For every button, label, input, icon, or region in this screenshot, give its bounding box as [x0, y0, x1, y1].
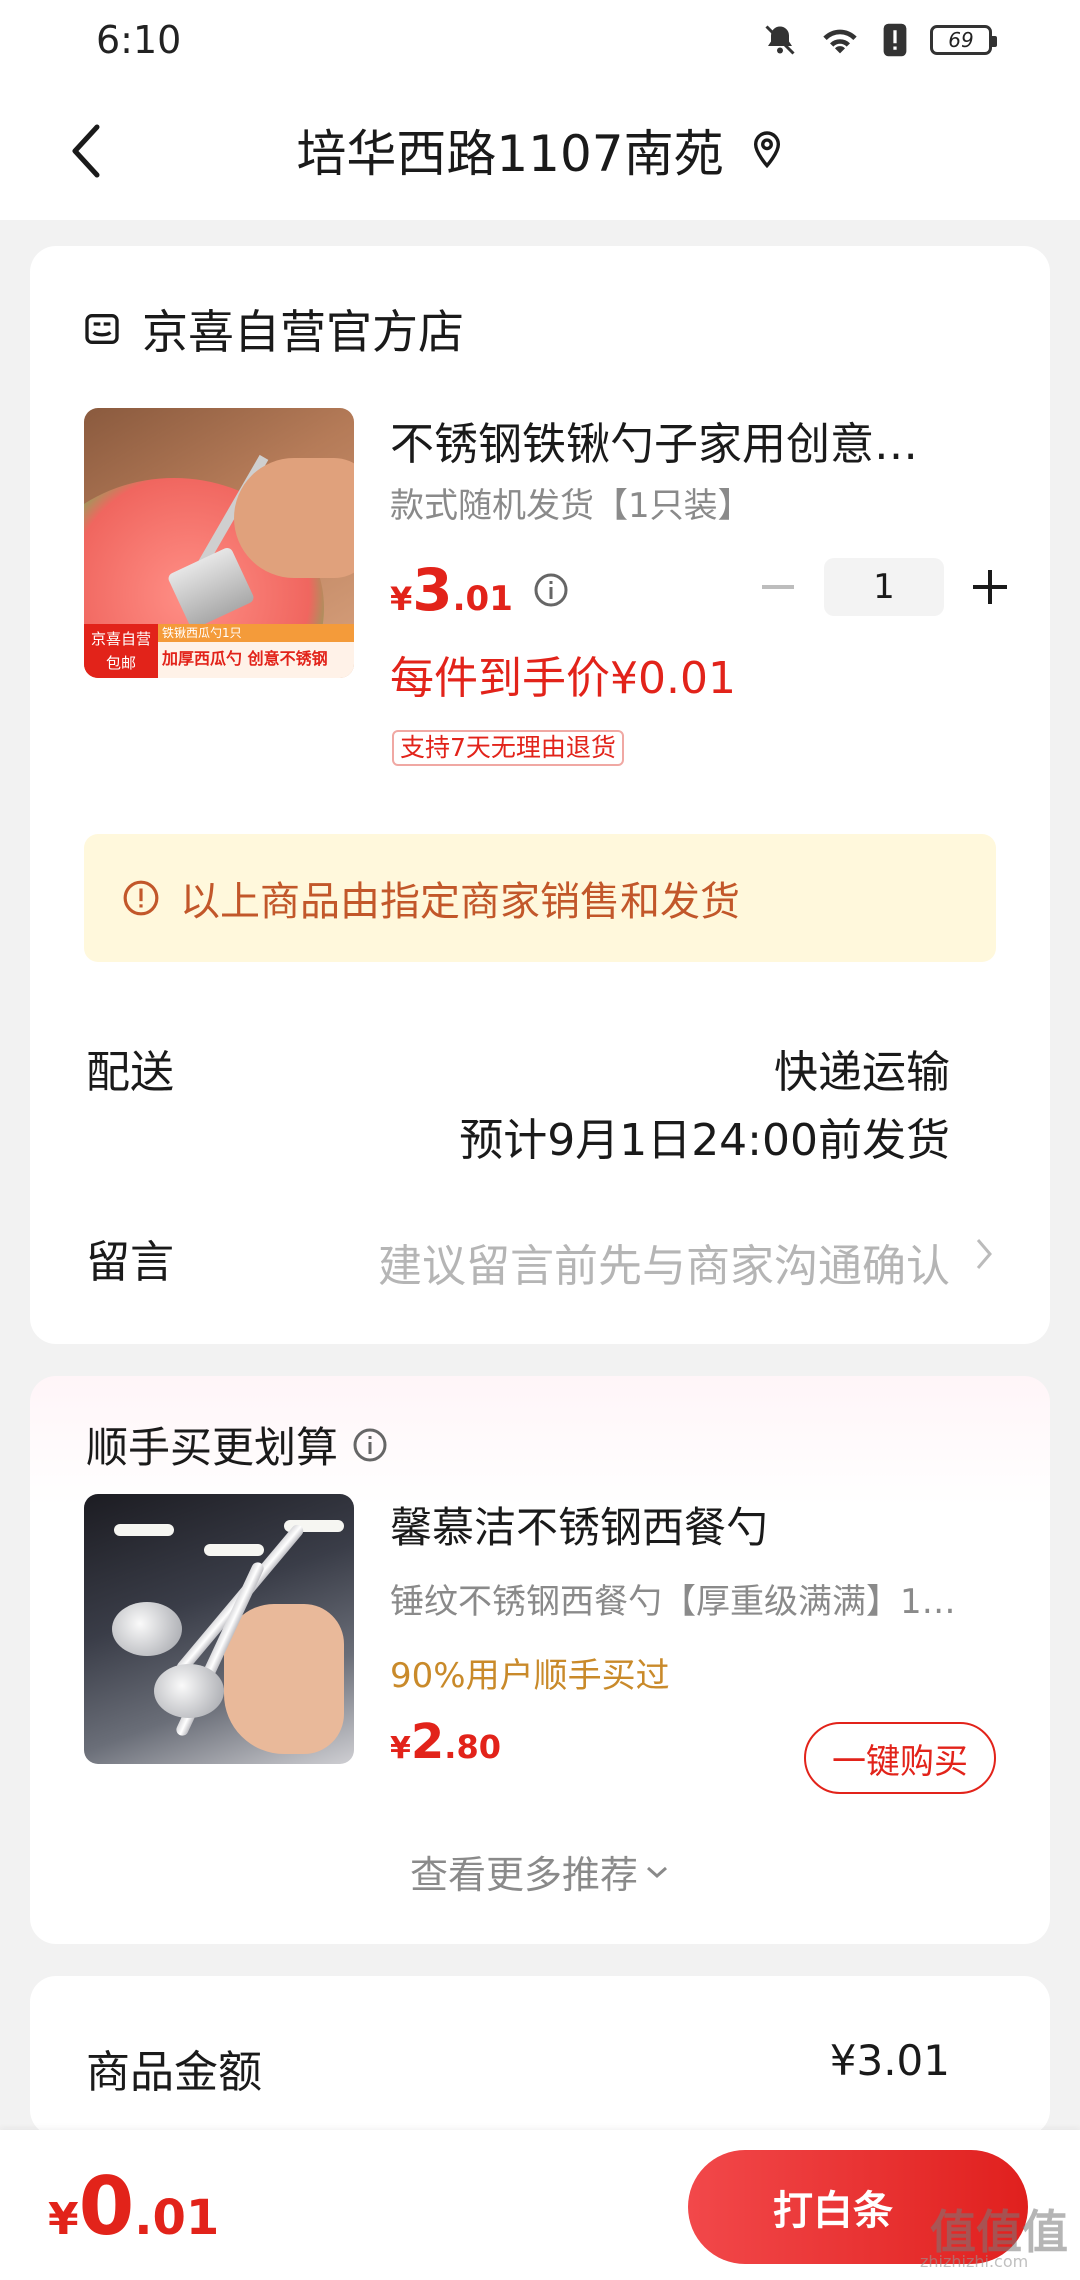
recommend-header: 顺手买更划算: [86, 1414, 388, 1475]
chevron-left-icon: [72, 124, 100, 178]
total-price: ¥ 0 .01: [48, 2160, 219, 2253]
price-integer: 3: [412, 556, 453, 624]
back-button[interactable]: [56, 116, 116, 186]
status-icons: 69: [762, 22, 997, 58]
product-title[interactable]: 不锈钢铁锹勺子家用创意…: [390, 408, 990, 472]
recommend-product-name[interactable]: 馨慕洁不锈钢西餐勺: [390, 1494, 768, 1555]
notice-info-icon: [123, 880, 159, 916]
minus-icon: [762, 585, 794, 589]
recommend-title: 顺手买更划算: [86, 1423, 339, 1472]
price-symbol: ¥: [48, 2194, 79, 2245]
final-unit-price: 每件到手价¥0.01: [390, 653, 736, 704]
spoon-bowl-shape: [154, 1664, 224, 1718]
mute-icon: [765, 25, 795, 55]
price-integer: 2: [410, 1714, 445, 1770]
product-image[interactable]: 京喜自营 包邮 铁锹西瓜勺1只 加厚西瓜勺 创意不锈钢: [84, 408, 354, 678]
more-recommend-label: 查看更多推荐: [409, 1853, 638, 1897]
recommend-info-icon[interactable]: [352, 1427, 388, 1463]
goods-amount-label: 商品金额: [86, 2047, 262, 2098]
price-decimal: .01: [452, 579, 513, 619]
price-symbol: ¥: [390, 580, 413, 618]
status-bar: 6:10 69: [0, 0, 1080, 80]
chevron-down-icon: [647, 1866, 667, 1878]
goods-amount-value: ¥3.01: [829, 2036, 950, 2085]
recommend-social-proof: 90%用户顺手买过: [390, 1656, 670, 1696]
store-icon: [85, 314, 119, 344]
ceiling-light-shape: [204, 1544, 264, 1556]
price-decimal: .80: [444, 1728, 501, 1766]
amount-card: 商品金额 ¥3.01: [30, 1976, 1050, 2136]
delivery-label: 配送: [86, 1047, 174, 1098]
notice-text: 以上商品由指定商家销售和发货: [180, 879, 740, 925]
hand-shape: [234, 458, 354, 578]
note-label: 留言: [86, 1237, 174, 1288]
note-input[interactable]: 建议留言前先与商家沟通确认: [378, 1230, 950, 1294]
recommend-product-image[interactable]: [84, 1494, 354, 1764]
price-symbol: ¥: [390, 1731, 411, 1766]
chevron-right-icon[interactable]: [974, 1236, 994, 1272]
order-card: 京喜自营官方店 京喜自营 包邮 铁锹西瓜勺1只 加厚西瓜勺 创意不锈钢 不锈钢铁…: [30, 246, 1050, 1344]
increase-button[interactable]: [960, 559, 1020, 615]
info-icon[interactable]: [533, 572, 569, 608]
checkout-bar: ¥ 0 .01 打白条: [0, 2130, 1080, 2280]
store-row[interactable]: 京喜自营官方店: [82, 296, 464, 362]
seller-notice: 以上商品由指定商家销售和发货: [84, 834, 996, 962]
battery-level: 69: [948, 28, 974, 52]
delivery-method[interactable]: 快递运输: [774, 1036, 950, 1100]
price-decimal: .01: [134, 2190, 220, 2246]
wifi-icon: [823, 29, 857, 54]
thumb-tag-top: 铁锹西瓜勺1只: [158, 624, 354, 642]
quantity-input[interactable]: 1: [824, 558, 944, 616]
store-name: 京喜自营官方店: [142, 305, 464, 359]
delivery-eta: 预计9月1日24:00前发货: [459, 1115, 950, 1166]
location-pin-icon[interactable]: [750, 130, 784, 170]
recommend-card: 顺手买更划算 馨慕洁不锈钢西餐勺 锤纹不锈钢西餐勺【厚重级满满】1… 90%用户…: [30, 1376, 1050, 1944]
address-header: 培华西路1107南苑: [0, 80, 1080, 220]
address-title[interactable]: 培华西路1107南苑: [296, 114, 723, 186]
plus-icon: [973, 570, 1007, 604]
battery-icon: 69: [930, 25, 997, 55]
ceiling-light-shape: [114, 1524, 174, 1536]
thumb-tag-banner: 铁锹西瓜勺1只 加厚西瓜勺 创意不锈钢: [158, 624, 354, 678]
recommend-product-spec: 锤纹不锈钢西餐勺【厚重级满满】1…: [390, 1582, 956, 1622]
quantity-stepper: 1: [748, 558, 1020, 616]
one-click-buy-button[interactable]: 一键购买: [804, 1722, 996, 1794]
recommend-price: ¥ 2 .80: [390, 1714, 501, 1770]
thumb-tag-bottom: 加厚西瓜勺 创意不锈钢: [162, 649, 328, 668]
product-price: ¥ 3 .01: [390, 556, 569, 624]
thumb-tag-self-operated: 京喜自营 包邮: [84, 624, 158, 678]
sim-alert-icon: [883, 23, 907, 57]
spoon-bowl-shape: [112, 1602, 182, 1656]
decrease-button[interactable]: [748, 559, 808, 615]
product-spec[interactable]: 款式随机发货【1只装】: [390, 478, 752, 527]
watermark-sub: zhizhizhi.com: [920, 2252, 1029, 2271]
hand-shape: [224, 1604, 344, 1754]
status-time: 6:10: [96, 18, 182, 62]
price-integer: 0: [78, 2160, 135, 2253]
return-policy-badge: 支持7天无理由退货: [392, 730, 624, 766]
more-recommend-link[interactable]: 查看更多推荐: [30, 1844, 1050, 1899]
